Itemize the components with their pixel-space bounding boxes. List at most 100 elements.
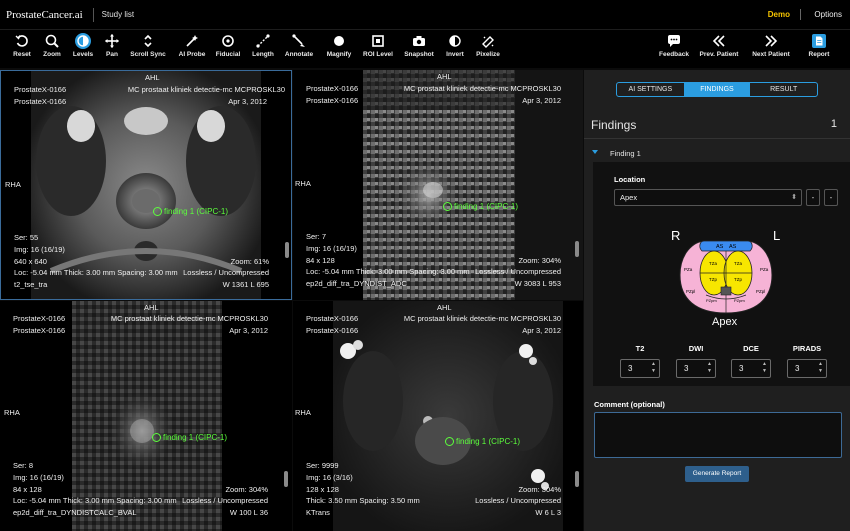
prostate-sector-map[interactable]: AS AS TZa TZa TZp TZp PZa PZa PZpl PZpl … bbox=[676, 235, 776, 317]
invert-icon bbox=[449, 35, 461, 47]
zone-label: PZpm bbox=[706, 298, 717, 303]
annotate-label: Annotate bbox=[284, 51, 314, 58]
patient-id: ProstateX-0166 bbox=[13, 314, 66, 323]
tab-result[interactable]: RESULT bbox=[750, 83, 817, 96]
magnify-button[interactable]: Magnify bbox=[317, 33, 361, 58]
finding-marker[interactable]: finding 1 (CIPC-1) bbox=[443, 202, 518, 211]
pirads-label: PIRADS bbox=[792, 344, 822, 353]
pixelize-label: Pixelize bbox=[476, 51, 500, 58]
study-date: Apr 3, 2012 bbox=[522, 96, 561, 105]
feedback-icon bbox=[668, 35, 680, 47]
image-size: 128 x 128 bbox=[306, 485, 339, 494]
options-menu[interactable]: Options bbox=[814, 10, 842, 19]
finding-marker[interactable]: finding 1 (CIPC-1) bbox=[152, 433, 227, 442]
toolbar: Reset Zoom Levels Pan Scroll Sync AI Pro… bbox=[0, 30, 850, 68]
tab-findings[interactable]: FINDINGS bbox=[683, 83, 751, 96]
stepper-arrows-icon: ▲ ▼ bbox=[818, 361, 823, 374]
scroll-sync-label: Scroll Sync bbox=[130, 51, 166, 58]
zoom-icon bbox=[45, 34, 59, 48]
findings-count: 1 bbox=[830, 118, 837, 130]
patient-id: ProstateX-0166 bbox=[306, 84, 359, 93]
slice-location: Loc: -5.04 mm Thick: 3.00 mm Spacing: 3.… bbox=[306, 267, 470, 276]
stepper-arrows-icon: ▲ ▼ bbox=[651, 361, 656, 374]
finding-1-header[interactable]: Finding 1 bbox=[584, 145, 850, 162]
roi-level-button[interactable]: ROI Level bbox=[356, 33, 400, 58]
orientation-top: AHL bbox=[145, 73, 160, 82]
study-date: Apr 3, 2012 bbox=[229, 326, 268, 335]
viewport-t2[interactable]: AHL ProstateX-0166 ProstateX-0166 MC pro… bbox=[0, 70, 292, 300]
prev-patient-button[interactable]: Prev. Patient bbox=[697, 33, 741, 58]
next-patient-button[interactable]: Next Patient bbox=[749, 33, 793, 58]
viewport-bval[interactable]: AHL ProstateX-0166 ProstateX-0166 MC pro… bbox=[0, 301, 292, 531]
chevron-down-icon bbox=[592, 150, 598, 154]
image-size: 84 x 128 bbox=[306, 256, 335, 265]
ai-probe-icon bbox=[186, 35, 198, 47]
study-description: MC prostaat kliniek detectie-mc MCPROSKL… bbox=[110, 314, 268, 323]
magnify-label: Magnify bbox=[326, 51, 352, 58]
slice-location: Loc: -5.04 mm Thick: 3.00 mm Spacing: 3.… bbox=[14, 268, 178, 277]
mri-image-adc bbox=[363, 70, 515, 300]
orientation-left: RHA bbox=[5, 180, 21, 189]
viewport-ktrans[interactable]: AHL ProstateX-0166 ProstateX-0166 MC pro… bbox=[293, 301, 583, 531]
viewport-scrollbar[interactable] bbox=[285, 242, 289, 258]
select-arrows-icon: ⬍ bbox=[791, 194, 797, 201]
next-patient-icon bbox=[765, 35, 778, 47]
location-select[interactable]: Apex ⬍ bbox=[614, 189, 802, 206]
remove-location-button-2[interactable]: - bbox=[824, 189, 838, 206]
prev-patient-icon bbox=[712, 35, 725, 47]
viewport-scrollbar[interactable] bbox=[284, 471, 288, 487]
finding-label: finding 1 (CIPC-1) bbox=[164, 207, 229, 216]
divider bbox=[800, 9, 801, 20]
pixelize-button[interactable]: Pixelize bbox=[466, 33, 510, 58]
dwi-score-stepper[interactable]: 3 ▲ ▼ bbox=[676, 359, 716, 378]
study-description: MC prostaat kliniek detectie-mc MCPROSKL… bbox=[403, 314, 561, 323]
zone-label: TZa bbox=[734, 261, 742, 266]
report-button[interactable]: Report bbox=[797, 33, 841, 58]
viewport-scrollbar[interactable] bbox=[575, 241, 579, 257]
panel-tabs: AI SETTINGS FINDINGS RESULT bbox=[616, 82, 818, 97]
study-list-link[interactable]: Study list bbox=[102, 10, 134, 19]
brand-logo[interactable]: ProstateCancer.ai bbox=[0, 9, 83, 21]
divider bbox=[584, 138, 850, 139]
pirads-score-stepper[interactable]: 3 ▲ ▼ bbox=[787, 359, 827, 378]
series-number: Ser: 55 bbox=[14, 233, 39, 242]
length-icon bbox=[256, 34, 270, 48]
feedback-label: Feedback bbox=[659, 51, 689, 58]
remove-location-button[interactable]: - bbox=[806, 189, 820, 206]
annotate-button[interactable]: Annotate bbox=[277, 33, 321, 58]
scroll-sync-icon bbox=[144, 34, 152, 48]
compression: Lossless / Uncompressed bbox=[475, 267, 561, 276]
zone-as[interactable] bbox=[699, 240, 753, 252]
location-label: Location bbox=[614, 175, 646, 184]
finding-marker[interactable]: finding 1 (CIPC-1) bbox=[445, 437, 520, 446]
dce-score-stepper[interactable]: 3 ▲ ▼ bbox=[731, 359, 771, 378]
comment-textarea[interactable] bbox=[594, 412, 842, 458]
viewport-scrollbar[interactable] bbox=[575, 471, 579, 487]
viewport-adc[interactable]: AHL ProstateX-0166 ProstateX-0166 MC pro… bbox=[293, 70, 583, 300]
image-size: 640 x 640 bbox=[14, 257, 47, 266]
tab-ai-settings[interactable]: AI SETTINGS bbox=[617, 83, 684, 96]
generate-report-button[interactable]: Generate Report bbox=[685, 466, 749, 482]
study-date: Apr 3, 2012 bbox=[228, 97, 267, 106]
series-number: Ser: 7 bbox=[306, 232, 327, 241]
image-number: Img: 16 (16/19) bbox=[13, 473, 64, 482]
patient-id: ProstateX-0166 bbox=[14, 85, 67, 94]
compression: Lossless / Uncompressed bbox=[183, 268, 269, 277]
scroll-sync-button[interactable]: Scroll Sync bbox=[126, 33, 170, 58]
finding-label: finding 1 (CIPC-1) bbox=[454, 202, 519, 211]
user-menu[interactable]: Demo bbox=[768, 10, 790, 19]
t2-score-stepper[interactable]: 3 ▲ ▼ bbox=[620, 359, 660, 378]
pirads-score-value: 3 bbox=[795, 364, 800, 373]
finding-circle-icon bbox=[153, 207, 162, 216]
orientation-left: RHA bbox=[295, 179, 311, 188]
comment-label: Comment (optional) bbox=[594, 400, 665, 409]
finding-marker[interactable]: finding 1 (CIPC-1) bbox=[153, 207, 228, 216]
top-bar: ProstateCancer.ai Study list Demo Option… bbox=[0, 0, 850, 30]
image-number: Img: 16 (16/19) bbox=[14, 245, 65, 254]
feedback-button[interactable]: Feedback bbox=[652, 33, 696, 58]
roi-level-label: ROI Level bbox=[363, 51, 393, 58]
finding-label: finding 1 (CIPC-1) bbox=[163, 433, 228, 442]
window-level: W 1361 L 695 bbox=[222, 280, 269, 289]
zoom-level: Zoom: 304% bbox=[225, 485, 268, 494]
window-level: W 3083 L 953 bbox=[514, 279, 561, 288]
